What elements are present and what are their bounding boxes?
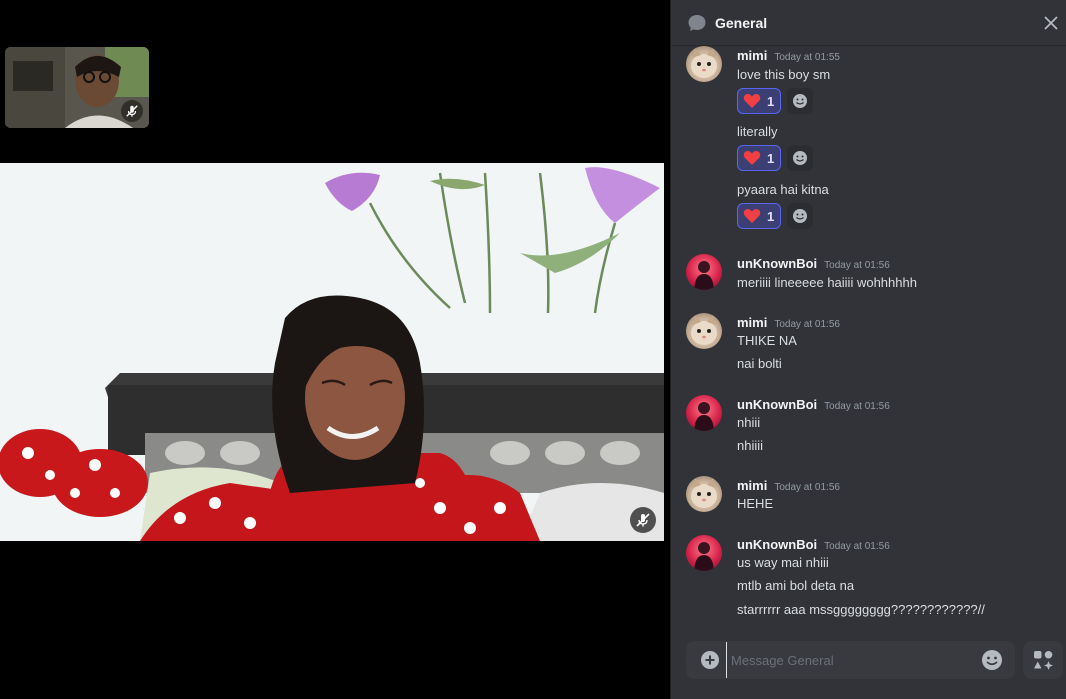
message-meta: mimi Today at 01:55 bbox=[737, 48, 840, 63]
person-avatar-image bbox=[694, 542, 714, 571]
cat-avatar-image bbox=[691, 48, 717, 78]
timestamp: Today at 01:56 bbox=[824, 541, 890, 552]
close-icon bbox=[1044, 16, 1058, 30]
add-reaction-button[interactable] bbox=[787, 203, 813, 229]
avatar[interactable] bbox=[686, 395, 722, 431]
message-text: HEHE bbox=[737, 496, 774, 511]
message-text: THIKE NA bbox=[737, 333, 797, 348]
message-meta: unKnownBoi Today at 01:56 bbox=[737, 397, 890, 412]
timestamp: Today at 01:56 bbox=[774, 319, 840, 330]
avatar[interactable] bbox=[686, 535, 722, 571]
username[interactable]: unKnownBoi bbox=[737, 256, 817, 271]
avatar[interactable] bbox=[686, 46, 722, 82]
apps-icon bbox=[1034, 650, 1053, 670]
chat-bubble-icon bbox=[688, 14, 706, 31]
message-text: literally bbox=[737, 124, 778, 139]
message-meta: unKnownBoi Today at 01:56 bbox=[737, 537, 890, 552]
message-input[interactable] bbox=[726, 642, 981, 678]
message-text: meriiii lineeeee haiiii wohhhhhh bbox=[737, 275, 917, 290]
self-mic-muted-badge bbox=[121, 100, 143, 122]
emoji-icon bbox=[793, 209, 807, 223]
message-text: pyaara hai kitna bbox=[737, 182, 829, 197]
avatar[interactable] bbox=[686, 313, 722, 349]
message-text: nhiii bbox=[737, 415, 761, 430]
message-text: love this boy sm bbox=[737, 67, 831, 82]
apps-button[interactable] bbox=[1023, 641, 1063, 679]
reaction-heart[interactable]: 1 bbox=[737, 88, 781, 114]
avatar[interactable] bbox=[686, 476, 722, 512]
message-list[interactable]: mimi Today at 01:55 love this boy sm 1 l… bbox=[671, 46, 1066, 636]
emoji-icon bbox=[793, 94, 807, 108]
timestamp: Today at 01:56 bbox=[824, 401, 890, 412]
username[interactable]: mimi bbox=[737, 478, 767, 493]
chat-header: General bbox=[671, 0, 1066, 46]
mic-muted-icon bbox=[126, 105, 138, 117]
message-meta: unKnownBoi Today at 01:56 bbox=[737, 256, 890, 271]
cat-avatar-image bbox=[691, 478, 717, 508]
heart-icon bbox=[743, 209, 761, 223]
reaction-count: 1 bbox=[767, 208, 775, 224]
timestamp: Today at 01:55 bbox=[774, 52, 840, 63]
heart-icon bbox=[743, 151, 761, 165]
cat-avatar-image bbox=[691, 315, 717, 345]
add-reaction-button[interactable] bbox=[787, 88, 813, 114]
username[interactable]: unKnownBoi bbox=[737, 397, 817, 412]
timestamp: Today at 01:56 bbox=[824, 260, 890, 271]
main-mic-muted-badge bbox=[630, 507, 656, 533]
plus-circle-icon[interactable] bbox=[700, 650, 720, 670]
reaction-heart[interactable]: 1 bbox=[737, 203, 781, 229]
heart-icon bbox=[743, 94, 761, 108]
emoji-icon[interactable] bbox=[981, 649, 1003, 671]
message-text: nai bolti bbox=[737, 356, 782, 371]
username[interactable]: unKnownBoi bbox=[737, 537, 817, 552]
emoji-icon bbox=[793, 151, 807, 165]
message-composer bbox=[686, 641, 1015, 679]
reaction-count: 1 bbox=[767, 93, 775, 109]
self-video-tile[interactable] bbox=[5, 47, 149, 128]
person-avatar-image bbox=[694, 261, 714, 290]
message-text: mtlb ami bol deta na bbox=[737, 578, 855, 593]
chat-title: General bbox=[715, 14, 768, 31]
call-video-area bbox=[0, 0, 664, 699]
username[interactable]: mimi bbox=[737, 48, 767, 63]
message-text: nhiiii bbox=[737, 438, 764, 453]
message-meta: mimi Today at 01:56 bbox=[737, 315, 840, 330]
mic-muted-icon bbox=[636, 513, 650, 527]
reaction-heart[interactable]: 1 bbox=[737, 145, 781, 171]
username[interactable]: mimi bbox=[737, 315, 767, 330]
avatar[interactable] bbox=[686, 254, 722, 290]
reaction-count: 1 bbox=[767, 150, 775, 166]
add-reaction-button[interactable] bbox=[787, 145, 813, 171]
main-video-tile[interactable] bbox=[0, 163, 664, 541]
chat-panel: General mimi Today at 01:55 love this bo… bbox=[670, 0, 1066, 699]
message-text: starrrrrr aaa mssgggggggg????????????// bbox=[737, 602, 985, 617]
person-avatar-image bbox=[694, 402, 714, 431]
timestamp: Today at 01:56 bbox=[774, 482, 840, 493]
main-video-feed bbox=[0, 163, 664, 541]
close-chat-button[interactable] bbox=[1041, 13, 1061, 33]
message-text: us way mai nhiii bbox=[737, 555, 829, 570]
message-meta: mimi Today at 01:56 bbox=[737, 478, 840, 493]
